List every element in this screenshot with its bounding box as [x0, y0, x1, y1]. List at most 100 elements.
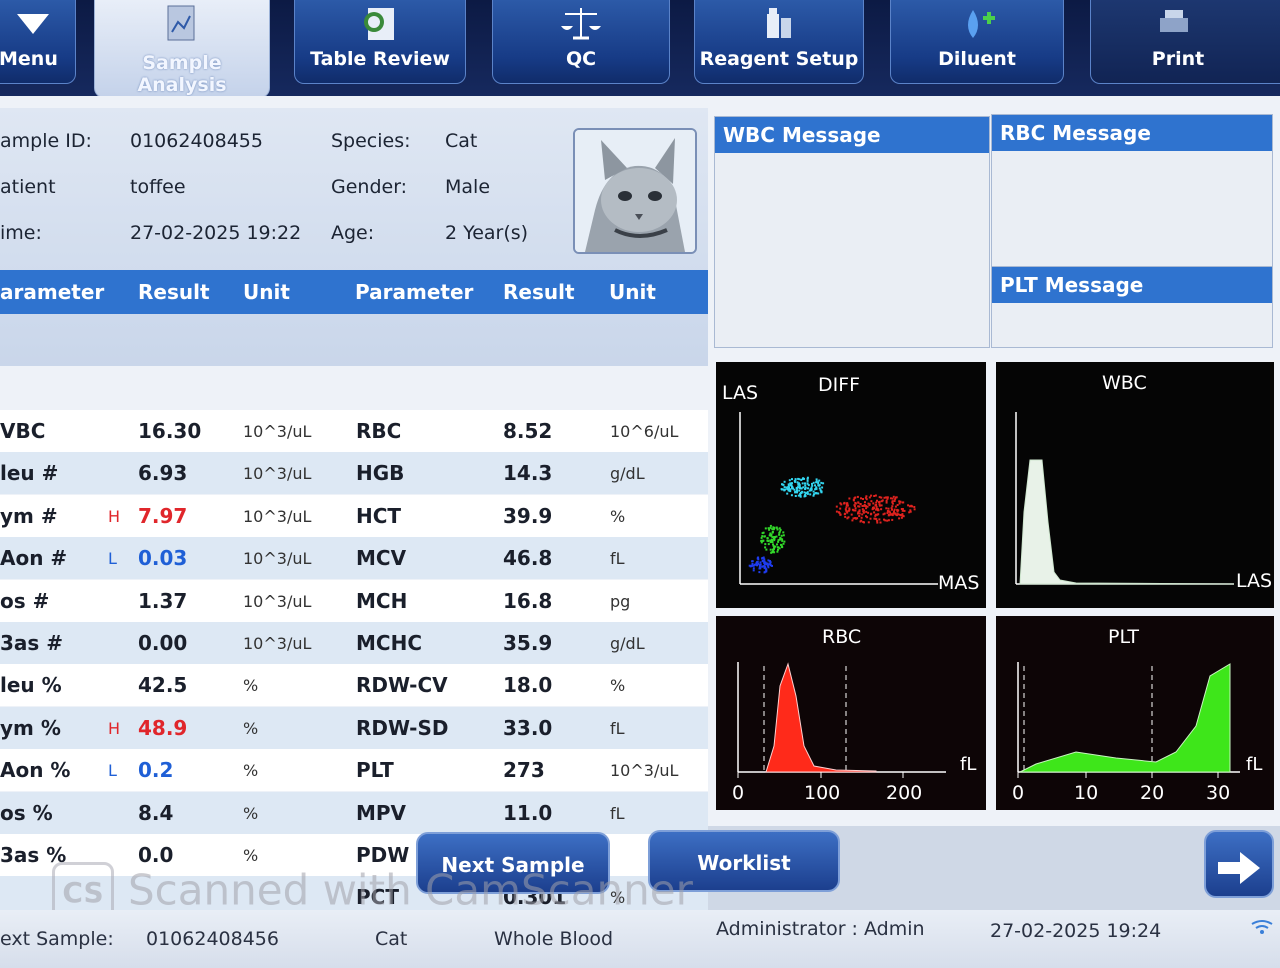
diff-scatter-dot: [901, 509, 904, 512]
diff-scatter-dot: [771, 536, 774, 539]
diff-scatter-dot: [804, 482, 806, 485]
diff-scatter-dot: [891, 518, 894, 521]
col-result-right: Result: [503, 280, 575, 304]
result-value: 35.9: [503, 631, 553, 655]
diff-scatter-dot: [789, 488, 792, 491]
tab-table-review[interactable]: Table Review: [294, 0, 466, 84]
diff-scatter-dot: [872, 502, 875, 505]
wbc-message-box: WBC Message: [714, 116, 990, 348]
diff-scatter-dot: [772, 526, 775, 529]
diff-scatter-dot: [810, 488, 813, 491]
diff-scatter-dot: [863, 504, 866, 506]
table-row: os # 1.37 10^3/uL MCH 16.8 pg: [0, 579, 708, 622]
rfid-icon: [1251, 920, 1273, 934]
diff-scatter-dot: [846, 511, 849, 514]
diff-scatter-dot: [764, 543, 767, 546]
diff-scatter-dot: [892, 495, 895, 498]
diff-scatter-dot: [780, 488, 783, 491]
diff-scatter-dot: [856, 495, 859, 498]
diff-scatter-dot: [794, 495, 797, 497]
tab-qc[interactable]: QC: [492, 0, 670, 84]
tab-reagent-setup[interactable]: Reagent Setup: [694, 0, 864, 84]
diff-scatter-dot: [844, 515, 847, 518]
diff-scatter-dot: [763, 571, 766, 574]
diff-scatter-dot: [812, 481, 815, 484]
result-value: 14.3: [503, 461, 553, 486]
status-bar: ext Sample: 01062408456 Cat Whole Blood …: [0, 910, 1280, 968]
wbc-graph-title: WBC: [1102, 372, 1147, 394]
diff-scatter-dot: [865, 495, 868, 498]
diff-scatter-dot: [875, 505, 878, 508]
diff-scatter-dot: [783, 540, 786, 543]
diff-scatter-dot: [878, 518, 881, 521]
diff-scatter-dot: [814, 492, 817, 495]
diff-scatter-dot: [858, 510, 861, 512]
reagent-bottle-icon: [767, 8, 791, 38]
diff-scatter-dot: [791, 478, 793, 481]
diff-scatter-dot: [800, 479, 803, 481]
diff-scatter-dot: [770, 538, 773, 541]
next-page-button[interactable]: [1204, 830, 1274, 898]
diff-scatter-dot: [815, 481, 818, 484]
result-value: 8.4: [138, 800, 174, 825]
diff-scatter-dot: [780, 534, 783, 537]
result-value: 18.0: [503, 673, 553, 698]
diff-scatter-dot: [821, 486, 824, 489]
rbc-message-title: RBC Message: [992, 115, 1272, 151]
diff-scatter-dot: [780, 544, 783, 547]
diff-scatter-dot: [890, 513, 893, 516]
diff-scatter-dot: [794, 480, 797, 483]
diff-scatter-dot: [908, 505, 911, 508]
diff-scatter-dot: [859, 520, 862, 523]
menu-button[interactable]: Menu: [0, 0, 76, 84]
diff-scatter-dot: [778, 527, 781, 530]
print-label: Print: [1151, 48, 1205, 70]
diff-scatter-dot: [898, 502, 901, 505]
tab-qc-label: QC: [565, 48, 597, 70]
param-name: ym #: [0, 503, 58, 528]
param-name: RDW-SD: [356, 715, 449, 740]
result-value: 273: [503, 758, 545, 783]
status-datetime: 27-02-2025 19:24: [990, 920, 1162, 942]
diff-scatter-dot: [887, 519, 890, 522]
table-row: leu % 42.5% RDW-CV 18.0%: [0, 664, 708, 707]
plt-message-title: PLT Message: [992, 267, 1272, 303]
diff-scatter-dot: [865, 498, 868, 501]
diff-scatter-dot: [771, 528, 774, 531]
result-value: 16.30: [138, 419, 202, 443]
print-button[interactable]: Print: [1090, 0, 1280, 84]
diff-scatter-dot: [769, 524, 772, 527]
diff-scatter-dot: [878, 504, 881, 507]
unit-label: 10^3/uL: [243, 549, 312, 569]
diff-scatter-dot: [883, 518, 885, 521]
tab-diluent[interactable]: Diluent: [890, 0, 1064, 84]
diff-scatter-dot: [866, 505, 869, 508]
diff-scatter-dot: [818, 487, 821, 490]
param-name: HGB: [356, 461, 405, 486]
diff-scatter-dot: [771, 564, 773, 567]
diff-scatter-dot: [835, 505, 838, 508]
diff-scatter-dot: [819, 489, 822, 492]
rbc-tick-100: 100: [804, 782, 841, 804]
tab-table-review-label: Table Review: [310, 48, 450, 70]
tab-sample-analysis[interactable]: Sample Analysis: [94, 0, 270, 98]
diff-scatter-dot: [781, 483, 783, 486]
diff-scatter-dot: [783, 486, 786, 489]
result-value: 0.00: [138, 631, 188, 655]
plt-graph-title: PLT: [1108, 626, 1140, 648]
age-value: 2 Year(s): [445, 222, 529, 244]
diff-scatter-dot: [878, 500, 881, 503]
diff-scatter-dot: [798, 478, 801, 481]
diff-scatter-dot: [843, 513, 846, 516]
diff-scatter-dot: [839, 507, 842, 510]
diff-scatter-dot: [886, 512, 889, 514]
diff-scatter-dot: [875, 504, 878, 506]
diff-scatter-dot: [762, 531, 765, 534]
table-row: ym % H 48.9% RDW-SD 33.0 fL: [0, 706, 708, 749]
diff-scatter-dot: [835, 510, 838, 513]
diff-scatter-dot: [870, 494, 873, 497]
diff-scatter-dot: [764, 527, 767, 530]
diff-scatter-dot: [803, 491, 806, 494]
unit-label: %: [243, 803, 259, 823]
species-cat-image: [573, 128, 697, 254]
